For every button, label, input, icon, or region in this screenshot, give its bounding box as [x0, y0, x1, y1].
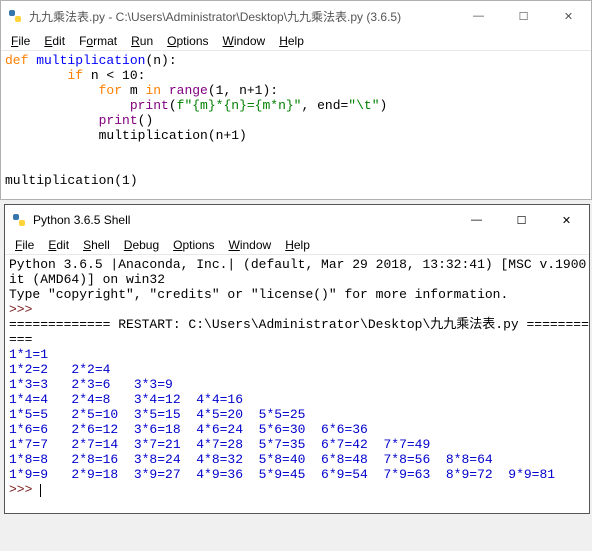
menu-edit[interactable]: Edit	[42, 237, 75, 253]
menu-window[interactable]: Window	[223, 237, 278, 253]
menu-shell[interactable]: Shell	[77, 237, 116, 253]
menu-format[interactable]: Format	[73, 33, 123, 49]
close-button[interactable]: ✕	[544, 205, 589, 235]
editor-window: 九九乘法表.py - C:\Users\Administrator\Deskto…	[0, 0, 592, 200]
python-icon	[7, 8, 23, 24]
editor-menubar: File Edit Format Run Options Window Help	[1, 31, 591, 51]
menu-run[interactable]: Run	[125, 33, 159, 49]
maximize-button[interactable]: ☐	[501, 1, 546, 31]
menu-file[interactable]: File	[5, 33, 36, 49]
menu-options[interactable]: Options	[167, 237, 220, 253]
shell-window: Python 3.6.5 Shell — ☐ ✕ File Edit Shell…	[4, 204, 590, 514]
editor-titlebar[interactable]: 九九乘法表.py - C:\Users\Administrator\Deskto…	[1, 1, 591, 31]
menu-debug[interactable]: Debug	[118, 237, 165, 253]
code-editor[interactable]: def multiplication(n): if n < 10: for m …	[1, 51, 591, 190]
maximize-button[interactable]: ☐	[499, 205, 544, 235]
python-icon	[11, 212, 27, 228]
shell-titlebar[interactable]: Python 3.6.5 Shell — ☐ ✕	[5, 205, 589, 235]
menu-window[interactable]: Window	[217, 33, 272, 49]
menu-file[interactable]: File	[9, 237, 40, 253]
menu-options[interactable]: Options	[161, 33, 214, 49]
menu-edit[interactable]: Edit	[38, 33, 71, 49]
menu-help[interactable]: Help	[279, 237, 316, 253]
editor-title: 九九乘法表.py - C:\Users\Administrator\Deskto…	[29, 8, 401, 25]
shell-output[interactable]: Python 3.6.5 |Anaconda, Inc.| (default, …	[5, 255, 589, 499]
close-button[interactable]: ✕	[546, 1, 591, 31]
shell-menubar: File Edit Shell Debug Options Window Hel…	[5, 235, 589, 255]
minimize-button[interactable]: —	[454, 205, 499, 235]
shell-title: Python 3.6.5 Shell	[33, 213, 130, 227]
menu-help[interactable]: Help	[273, 33, 310, 49]
minimize-button[interactable]: —	[456, 1, 501, 31]
